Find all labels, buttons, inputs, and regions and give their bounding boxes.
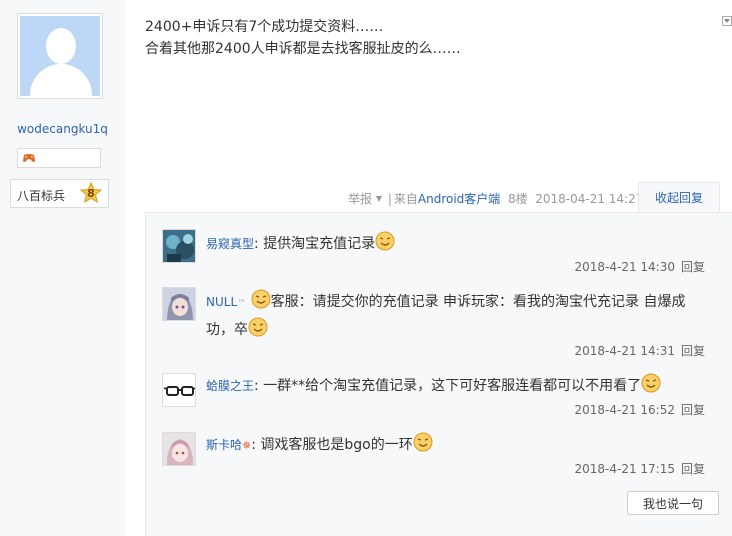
smile-emoji-icon	[641, 373, 661, 393]
reply-button[interactable]: 回复	[681, 462, 705, 476]
rank-level-number: 8	[87, 187, 95, 200]
reply-meta: 2018-4-21 17:15 回复	[574, 460, 705, 477]
post-meta: 举报 ▼ | 来自Android客户端 8楼 2018-04-21 14:27	[348, 192, 644, 206]
reply-text: 调戏客服也是bgo的一环	[260, 437, 413, 453]
add-reply-button[interactable]: 我也说一句	[627, 491, 719, 515]
reply-time: 2018-4-21 14:30	[574, 260, 675, 274]
smile-emoji-icon	[375, 231, 395, 251]
floor-number: 8楼	[507, 192, 528, 206]
collapse-replies-button[interactable]: 收起回复	[638, 182, 720, 213]
reply-avatar[interactable]	[162, 287, 196, 321]
reply-panel: 易窥真型: 提供淘宝充值记录 2018-4-21 14:30 回复 NULL™ 客…	[145, 212, 732, 536]
reply-meta: 2018-4-21 14:30 回复	[574, 258, 705, 275]
post-content: 2400+申诉只有7个成功提交资料…… 合着其他那2400人申诉都是去找客服扯皮…	[145, 16, 461, 60]
caret-down-icon	[724, 19, 730, 23]
post-line-2: 合着其他那2400人申诉都是去找客服扯皮的么……	[145, 41, 461, 57]
reply-text: 提供淘宝充值记录	[263, 236, 376, 252]
user-tag-icon: ✵	[242, 439, 252, 452]
reply-avatar[interactable]	[162, 432, 196, 466]
author-rank[interactable]: 八百标兵 8	[10, 179, 109, 208]
source-prefix: 来自	[393, 192, 418, 206]
reply-content: 斯卡哈✵: 调戏客服也是bgo的一环	[206, 432, 706, 459]
source-client-link[interactable]: Android客户端	[418, 192, 500, 206]
rank-title: 八百标兵	[17, 189, 66, 203]
reply-meta: 2018-4-21 16:52 回复	[574, 401, 705, 418]
author-badge-bar	[17, 148, 101, 168]
reply-content: NULL™ 客服：请提交你的充值记录 申诉玩家：看我的淘宝代充记录 自爆成功，卒	[206, 289, 706, 343]
reply-time: 2018-4-21 17:15	[574, 462, 675, 476]
reply-text: 一群**给个淘宝充值记录，这下可好客服连看都可以不用看了	[263, 378, 642, 394]
post-options-toggle[interactable]	[722, 16, 732, 26]
author-sidebar: wodecangku1q 八百标兵 8	[0, 0, 125, 536]
rank-level-badge: 8	[79, 182, 103, 206]
reply-button[interactable]: 回复	[681, 260, 705, 274]
gamepad-icon[interactable]	[22, 152, 36, 164]
post-line-1: 2400+申诉只有7个成功提交资料……	[145, 19, 384, 35]
post-time: 2018-04-21 14:27	[535, 192, 644, 206]
reply-avatar[interactable]	[162, 373, 196, 407]
smile-emoji-icon	[251, 289, 271, 309]
smile-emoji-icon	[413, 432, 433, 452]
reply-username[interactable]: 易窥真型	[206, 237, 254, 251]
smile-emoji-icon	[248, 317, 268, 337]
caret-down-icon: ▼	[375, 194, 382, 203]
reply-username[interactable]: NULL	[206, 295, 237, 309]
reply-content: 易窥真型: 提供淘宝充值记录	[206, 231, 706, 257]
author-username[interactable]: wodecangku1q	[0, 122, 125, 136]
reply-meta: 2018-4-21 14:31 回复	[574, 342, 705, 359]
reply-username[interactable]: 蛤膜之王	[206, 379, 254, 393]
reply-avatar[interactable]	[162, 229, 196, 263]
reply-username[interactable]: 斯卡哈	[206, 438, 242, 452]
user-tag-icon: ™	[237, 299, 247, 309]
reply-button[interactable]: 回复	[681, 344, 705, 358]
reply-text: 客服：请提交你的充值记录 申诉玩家：看我的淘宝代充记录 自爆成功，卒	[206, 294, 686, 338]
report-link[interactable]: 举报 ▼	[348, 192, 382, 206]
default-avatar-icon	[20, 16, 100, 96]
reply-time: 2018-4-21 14:31	[574, 344, 675, 358]
author-avatar[interactable]	[17, 13, 103, 99]
reply-button[interactable]: 回复	[681, 403, 705, 417]
reply-content: 蛤膜之王: 一群**给个淘宝充值记录，这下可好客服连看都可以不用看了	[206, 373, 706, 399]
reply-time: 2018-4-21 16:52	[574, 403, 675, 417]
